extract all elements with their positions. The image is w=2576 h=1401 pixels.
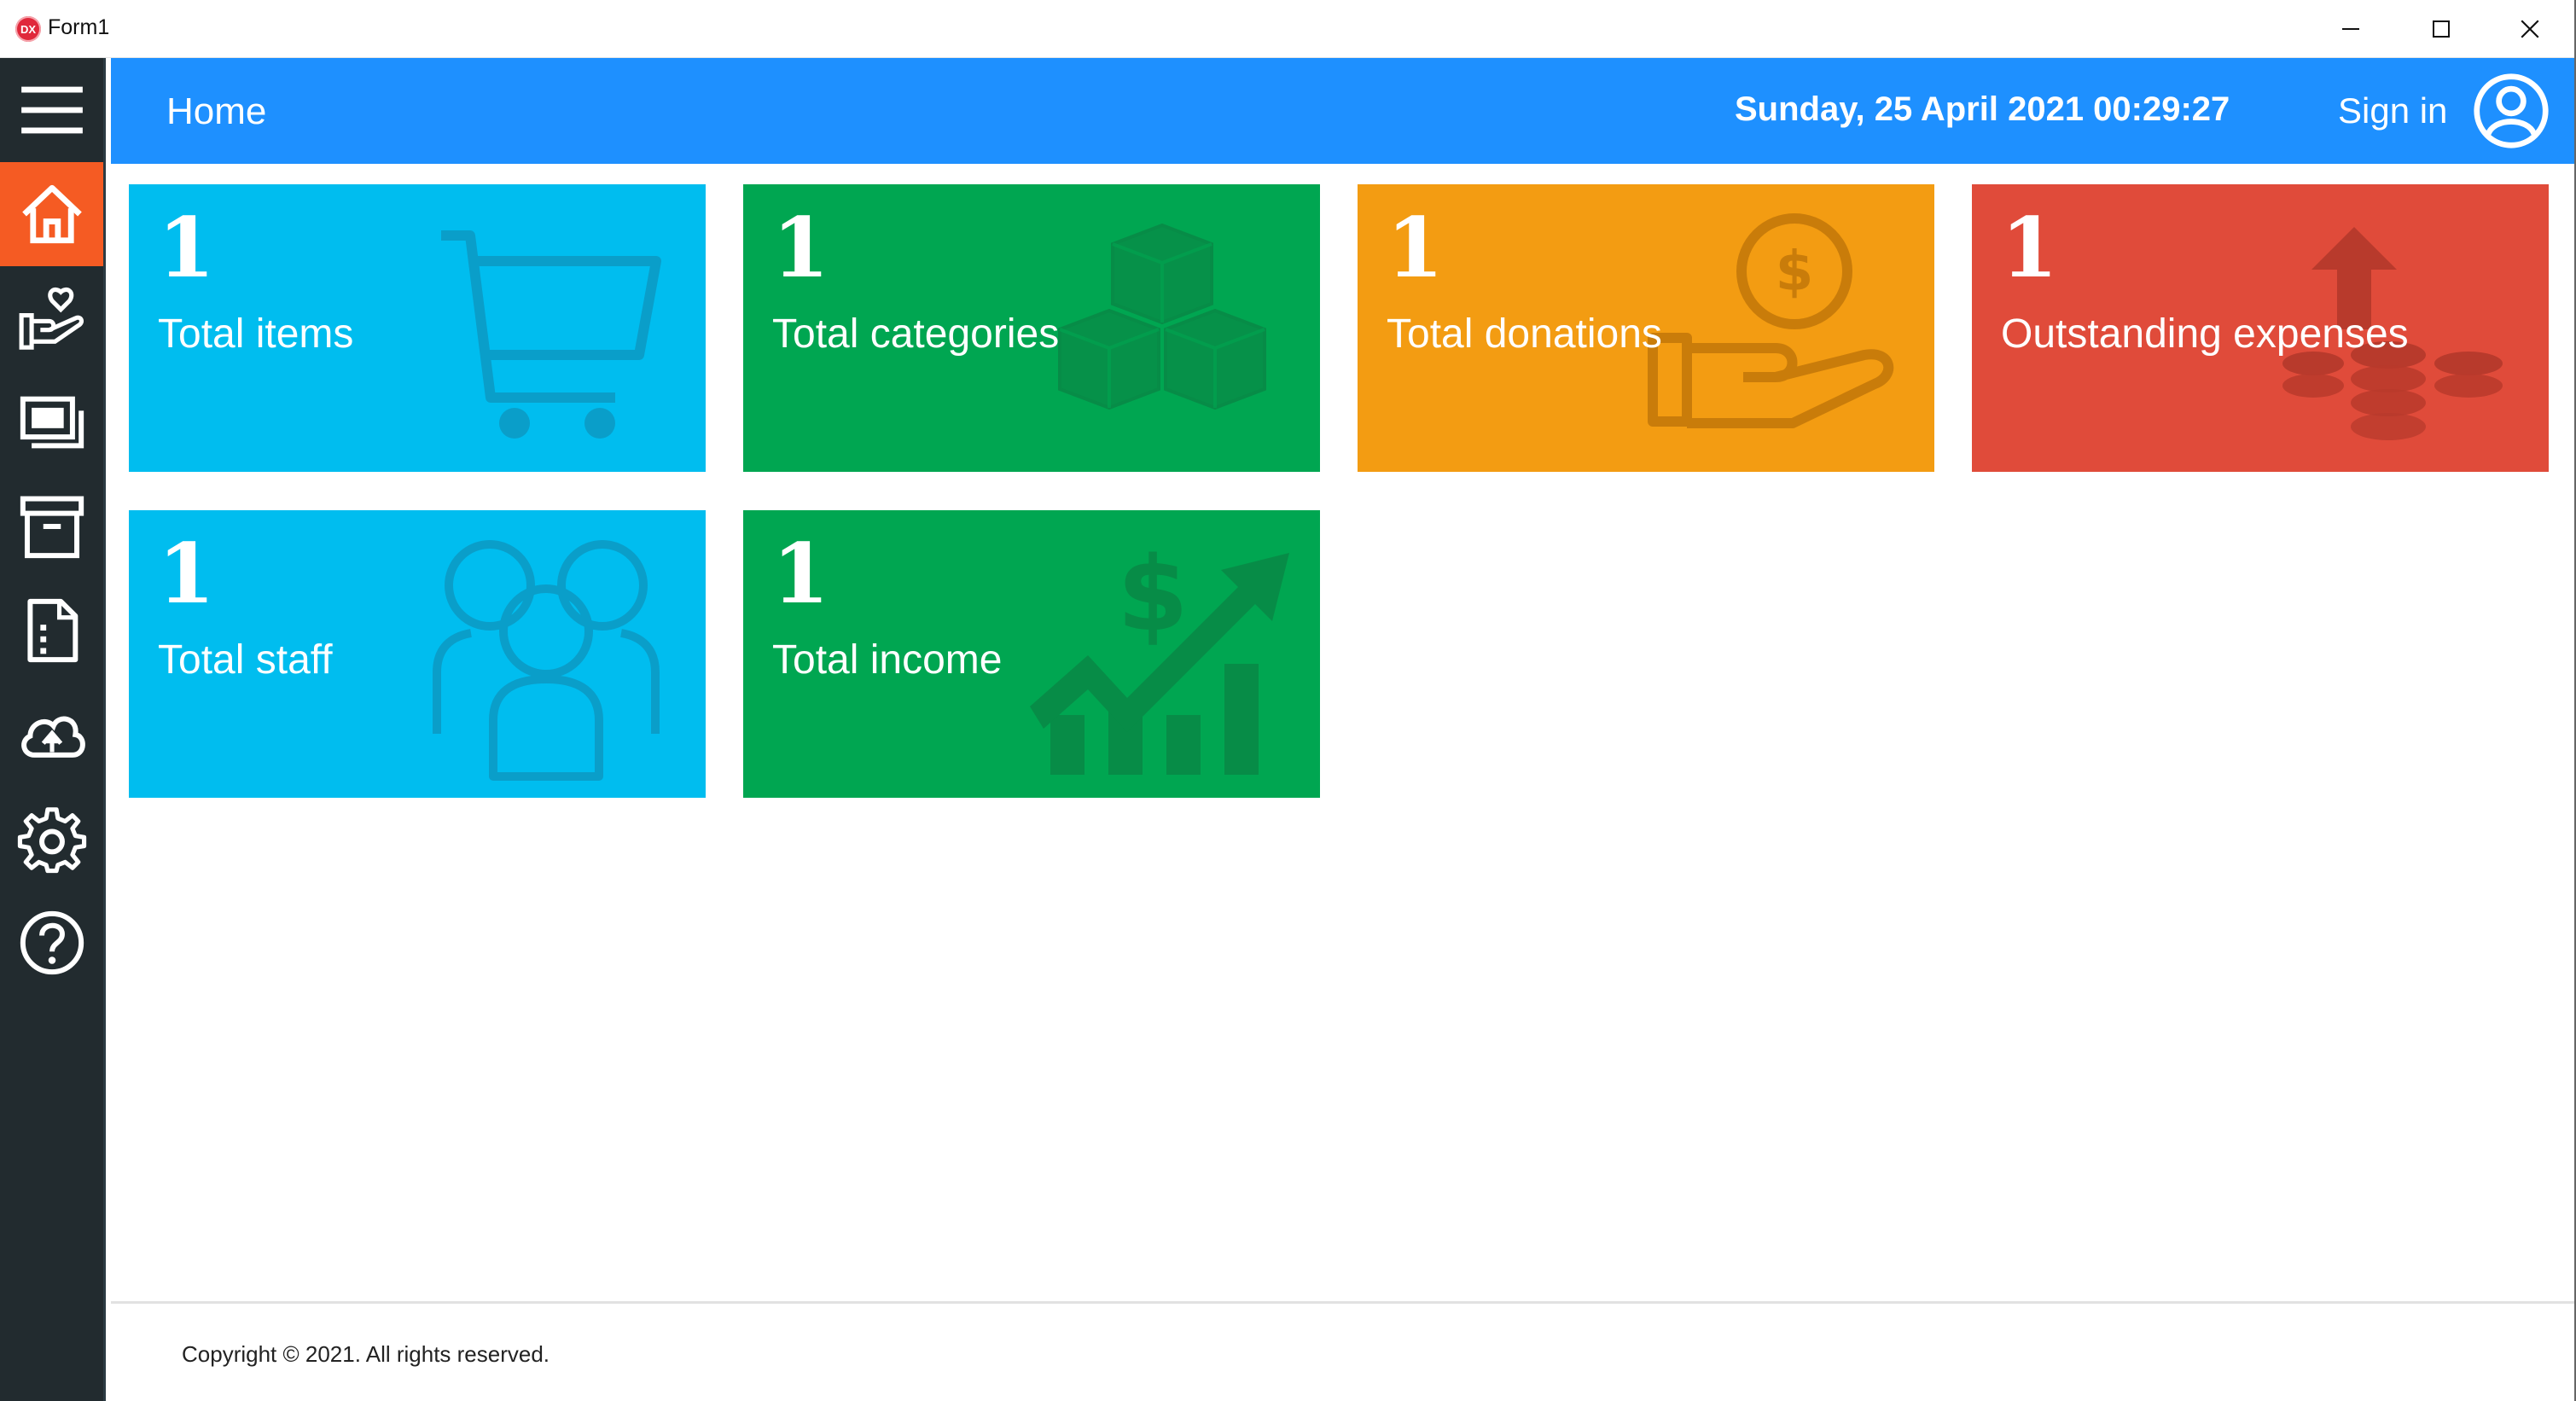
svg-text:$: $ xyxy=(1776,241,1814,304)
tile-count: 1 xyxy=(772,200,829,296)
minimize-button[interactable] xyxy=(2306,0,2396,58)
sidebar-item-donations[interactable] xyxy=(0,266,103,370)
current-datetime: Sunday, 25 April 2021 00:29:27 xyxy=(1735,90,2230,128)
tile-total-staff[interactable]: 1 Total staff xyxy=(129,510,706,798)
sidebar-nav xyxy=(0,58,106,1401)
boxes-icon xyxy=(1058,223,1266,410)
tile-label: Total income xyxy=(772,637,1003,683)
tile-count: 1 xyxy=(158,526,215,622)
window-title-bar: DX Form1 xyxy=(0,0,2576,58)
tile-label: Total donations xyxy=(1387,311,1662,357)
tile-total-categories[interactable]: 1 Total categories xyxy=(743,184,1320,472)
sidebar-item-help[interactable] xyxy=(0,891,103,995)
home-icon xyxy=(21,184,82,244)
close-button[interactable] xyxy=(2485,0,2575,58)
tile-outstanding-expenses[interactable]: 1 Outstanding expenses xyxy=(1972,184,2549,472)
tile-total-donations[interactable]: 1 Total donations $ xyxy=(1358,184,1934,472)
hamburger-menu-icon xyxy=(20,86,83,134)
page-header: Home Sunday, 25 April 2021 00:29:27 Sign… xyxy=(111,58,2576,164)
sign-in-link[interactable]: Sign in xyxy=(2338,90,2447,131)
sidebar-menu-toggle[interactable] xyxy=(0,58,103,162)
svg-text:$: $ xyxy=(1117,536,1189,654)
people-group-icon xyxy=(433,540,660,781)
minimize-icon xyxy=(2342,28,2359,30)
sidebar-item-settings[interactable] xyxy=(0,787,103,891)
sidebar-item-home[interactable] xyxy=(0,162,103,266)
tile-label: Total staff xyxy=(158,637,333,683)
tile-count: 1 xyxy=(772,526,829,622)
document-icon xyxy=(26,598,78,663)
user-avatar-icon[interactable] xyxy=(2472,72,2550,150)
tile-total-income[interactable]: 1 Total income $ xyxy=(743,510,1320,798)
tile-label: Total categories xyxy=(772,311,1060,357)
tile-label: Outstanding expenses xyxy=(2001,311,2409,357)
sidebar-item-cloud-upload[interactable] xyxy=(0,683,103,787)
tile-count: 1 xyxy=(1387,200,1444,296)
sidebar-item-documents[interactable] xyxy=(0,578,103,683)
maximize-icon xyxy=(2433,20,2450,38)
cash-icon xyxy=(20,396,84,449)
tile-total-items[interactable]: 1 Total items xyxy=(129,184,706,472)
sidebar-item-archive[interactable] xyxy=(0,474,103,578)
window-title: Form1 xyxy=(48,15,110,39)
shopping-cart-icon xyxy=(441,230,661,439)
growth-chart-icon: $ xyxy=(1030,536,1289,775)
footer-copyright: Copyright © 2021. All rights reserved. xyxy=(182,1341,550,1367)
gear-icon xyxy=(17,807,86,874)
hand-coin-icon: $ xyxy=(1648,213,1894,428)
tile-count: 1 xyxy=(2001,200,2058,296)
help-icon xyxy=(20,910,84,975)
tile-count: 1 xyxy=(158,200,215,296)
footer-divider xyxy=(111,1301,2576,1304)
maximize-button[interactable] xyxy=(2396,0,2486,58)
sidebar-item-cash[interactable] xyxy=(0,370,103,474)
app-logo-icon: DX xyxy=(15,16,41,42)
page-title: Home xyxy=(166,90,267,132)
cloud-upload-icon xyxy=(20,716,85,758)
tile-label: Total items xyxy=(158,311,354,357)
donation-hand-heart-icon xyxy=(19,287,84,350)
close-icon xyxy=(2521,20,2539,38)
archive-box-icon xyxy=(20,496,84,559)
